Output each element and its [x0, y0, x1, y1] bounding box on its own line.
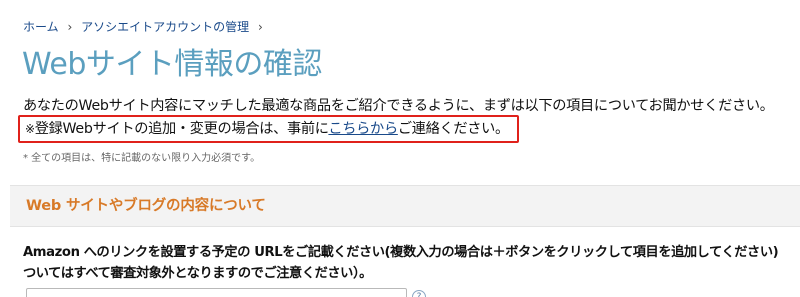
- notice-text-before: 登録Webサイトの追加・変更の場合は、事前に: [34, 121, 329, 137]
- breadcrumb: ホーム › アソシエイトアカウントの管理 ›: [23, 19, 268, 35]
- page: ホーム › アソシエイトアカウントの管理 › Webサイト情報の確認 あなたのW…: [0, 0, 800, 297]
- notice-text: ※登録Webサイトの追加・変更の場合は、事前にこちらからご連絡ください。: [25, 119, 509, 139]
- breadcrumb-separator: ›: [67, 20, 73, 34]
- breadcrumb-separator-trailing: ›: [257, 20, 263, 34]
- contact-link[interactable]: こちらから: [328, 121, 398, 137]
- breadcrumb-home-link[interactable]: ホーム: [23, 20, 59, 34]
- page-title: Webサイト情報の確認: [22, 47, 322, 82]
- help-icon[interactable]: ?: [412, 290, 426, 297]
- breadcrumb-account-link[interactable]: アソシエイトアカウントの管理: [81, 20, 249, 34]
- section-title: Web サイトやブログの内容について: [26, 198, 266, 214]
- url-question-label: Amazon へのリンクを設置する予定の URLをご記載ください(複数入力の場合…: [23, 242, 779, 284]
- website-url-input[interactable]: [26, 288, 407, 297]
- url-question-line-2: ついてはすべて審査対象外となりますのでご注意ください）。: [23, 266, 372, 281]
- notice-text-after: ご連絡ください。: [397, 121, 509, 137]
- notice-mark: ※: [25, 122, 35, 136]
- intro-text: あなたのWebサイト内容にマッチした最適な商品をご紹介できるように、まずは以下の…: [23, 98, 774, 114]
- url-question-line-1: Amazon へのリンクを設置する予定の URLをご記載ください(複数入力の場合…: [23, 245, 779, 260]
- required-note: * 全ての項目は、特に記載のない限り入力必須です。: [23, 153, 261, 164]
